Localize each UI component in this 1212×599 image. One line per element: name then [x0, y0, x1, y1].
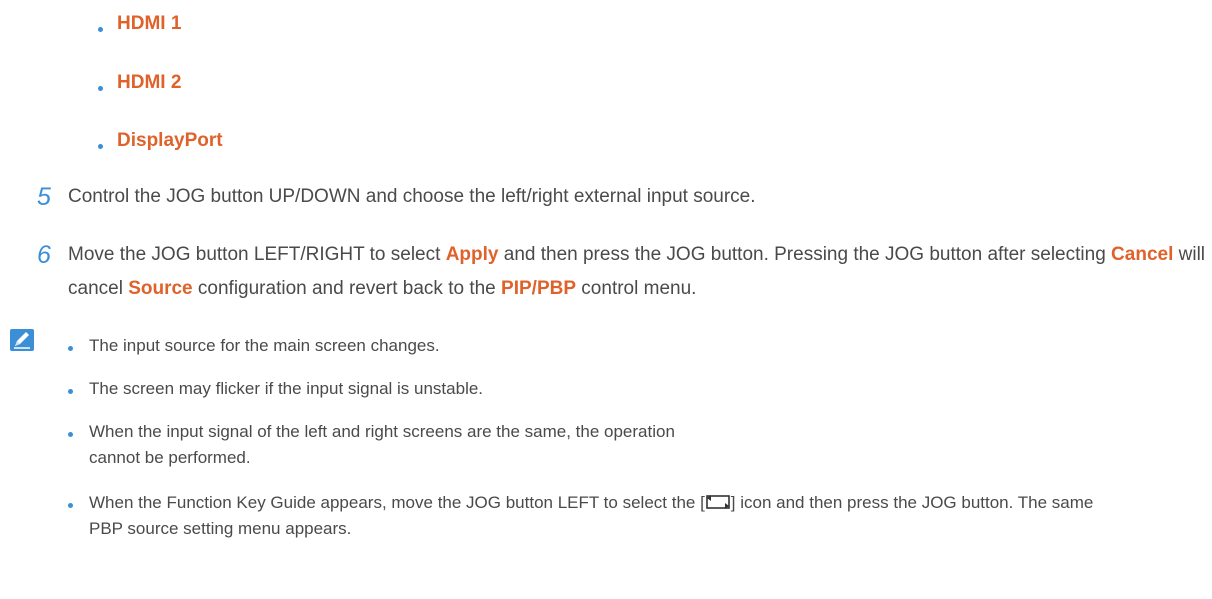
note-1: The input source for the main screen cha… — [89, 336, 440, 355]
note-4: When the Function Key Guide appears, mov… — [89, 490, 1129, 542]
bullet-dot — [68, 389, 73, 394]
step-number-5: 5 — [37, 183, 51, 211]
step-number-6: 6 — [37, 241, 51, 269]
note-4-part1: When the Function Key Guide appears, mov… — [89, 493, 705, 512]
step-5-text: Control the JOG button UP/DOWN and choos… — [68, 186, 756, 207]
bullet-dot — [68, 346, 73, 351]
bullet-dot — [98, 86, 103, 91]
step-6-text-part2: and then press the JOG button. Pressing … — [498, 244, 1112, 265]
cancel-label: Cancel — [1111, 244, 1174, 265]
note-3: When the input signal of the left and ri… — [89, 422, 675, 467]
bullet-dot — [98, 27, 103, 32]
step-6-text-part5: control menu. — [576, 278, 697, 299]
source-option-hdmi2: HDMI 2 — [117, 72, 182, 93]
pip-pbp-label: PIP/PBP — [501, 278, 577, 299]
bullet-dot — [68, 432, 73, 437]
note-2: The screen may flicker if the input sign… — [89, 379, 484, 398]
apply-label: Apply — [445, 244, 499, 265]
bullet-dot — [68, 503, 73, 508]
source-label: Source — [128, 278, 193, 299]
source-option-hdmi1: HDMI 1 — [117, 13, 182, 34]
source-option-displayport: DisplayPort — [117, 130, 223, 151]
step-6-text-part4: configuration and revert back to the — [192, 278, 502, 299]
bullet-dot — [98, 144, 103, 149]
step-6-text-part1: Move the JOG button LEFT/RIGHT to select — [68, 244, 446, 265]
note-pencil-icon — [10, 329, 34, 351]
step-6-text: Move the JOG button LEFT/RIGHT to select… — [68, 238, 1208, 306]
pbp-window-icon — [705, 495, 730, 509]
